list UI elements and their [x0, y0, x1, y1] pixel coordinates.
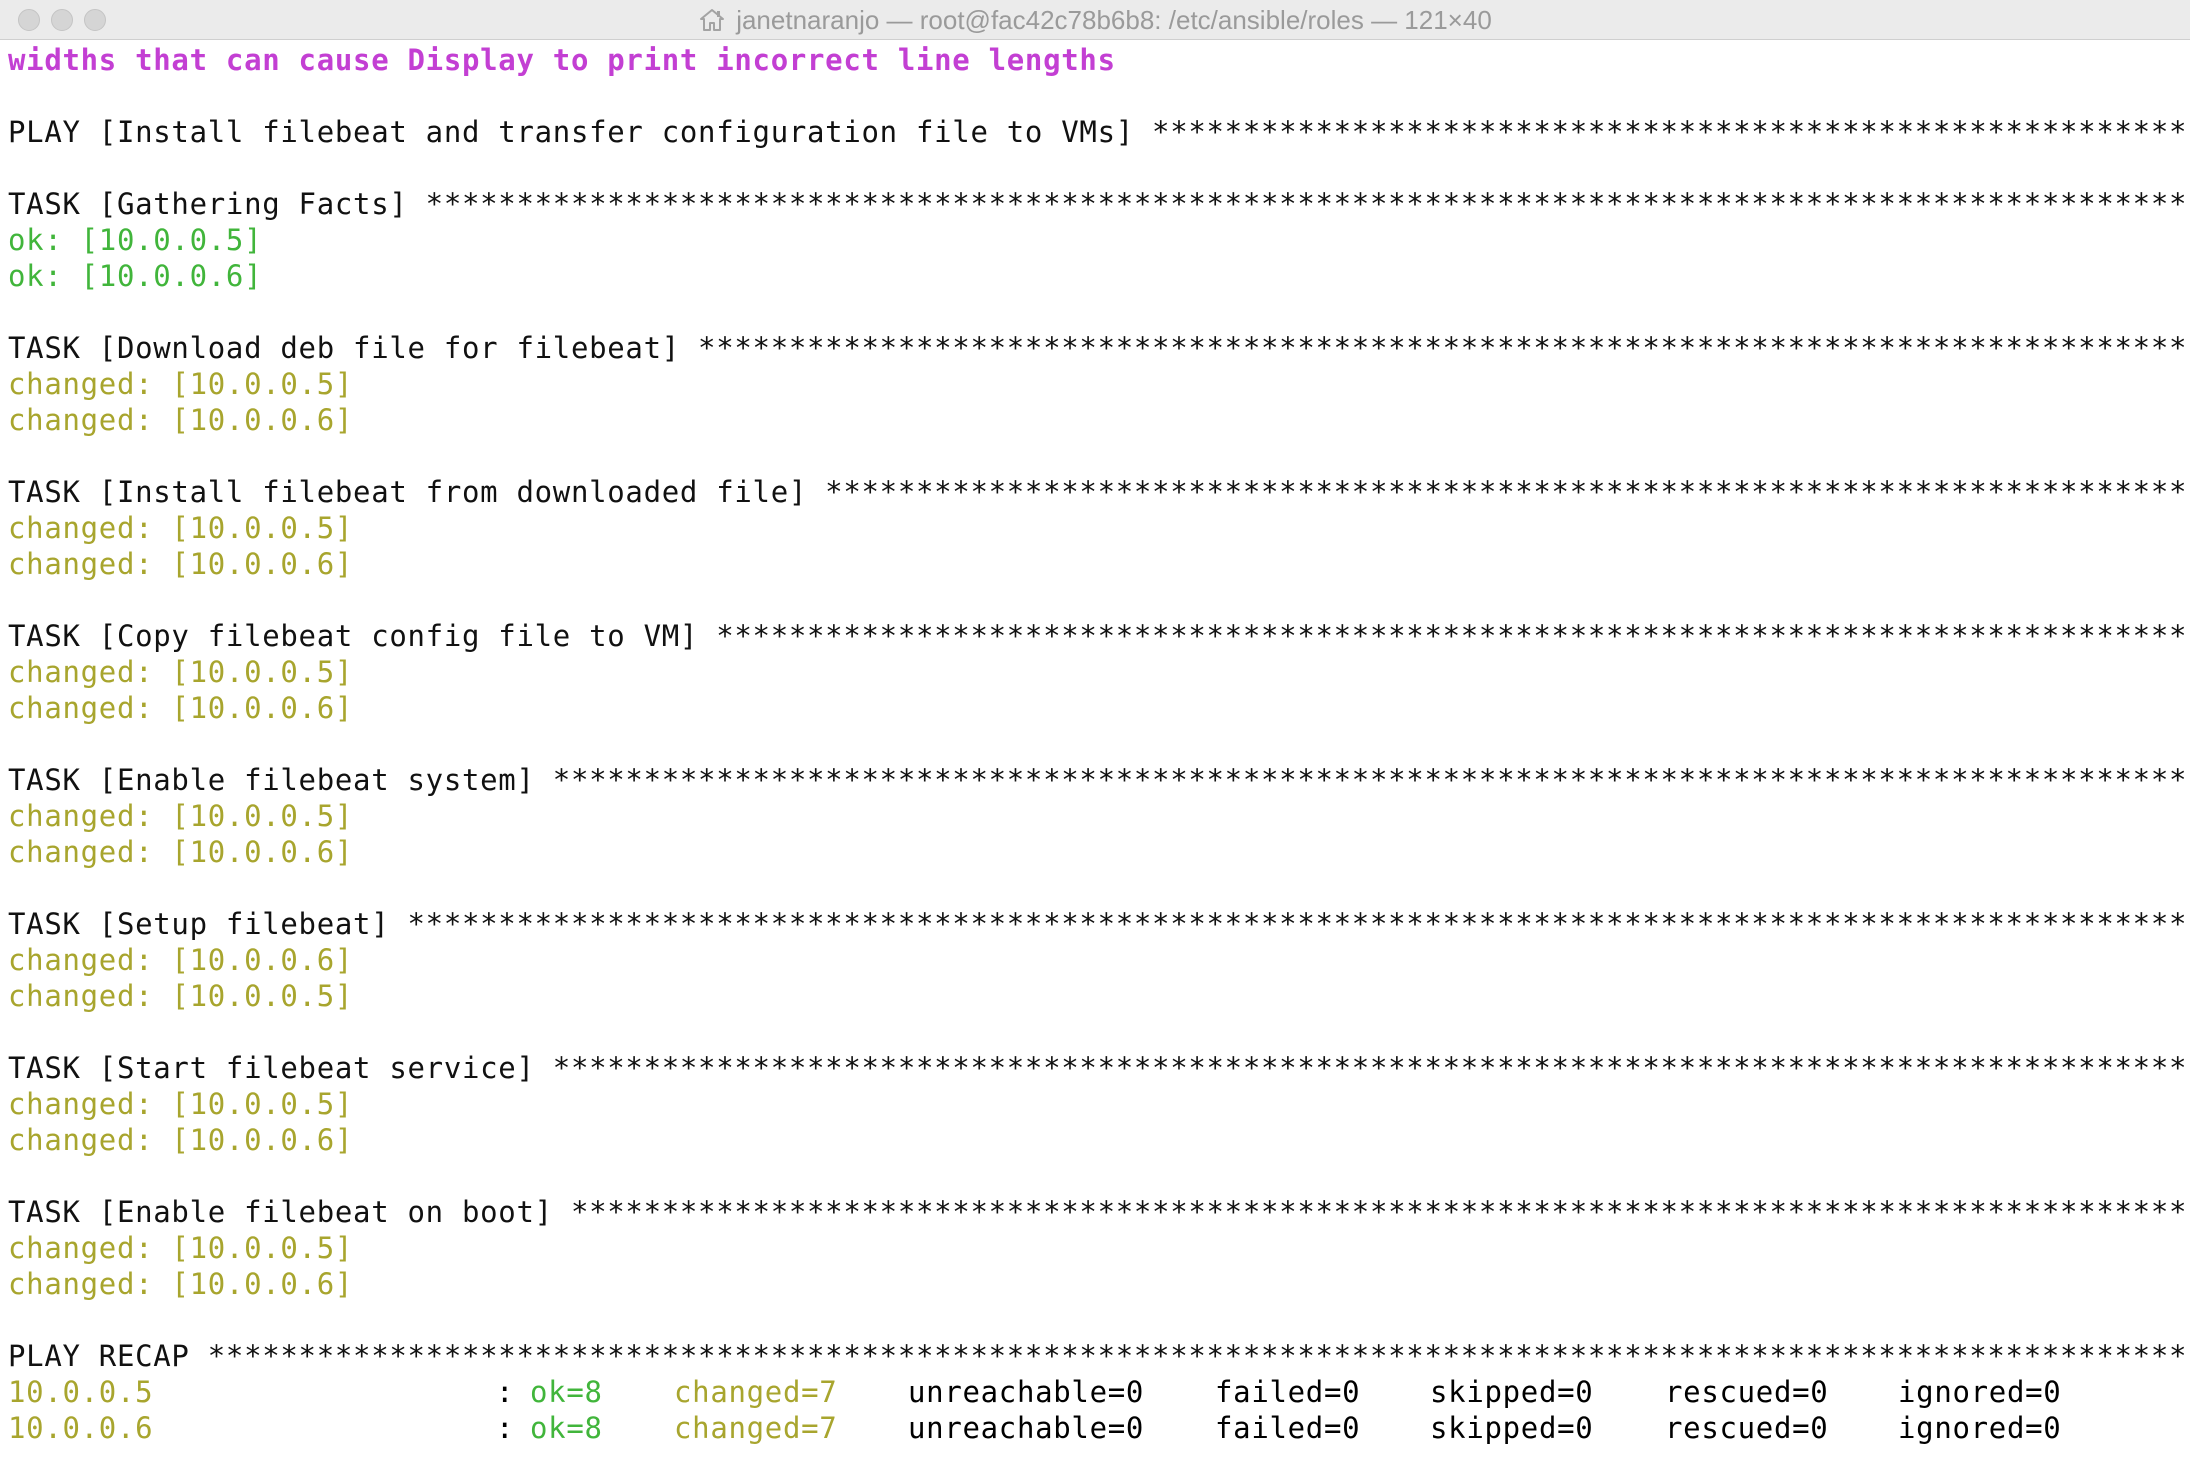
- task-result: changed: [10.0.0.5]: [8, 511, 354, 545]
- recap-ok: ok=8: [530, 1375, 603, 1409]
- task-header: TASK [Download deb file for filebeat] **…: [8, 331, 2184, 365]
- terminal-window: janetnaranjo — root@fac42c78b6b8: /etc/a…: [0, 0, 2190, 1472]
- window-title-area: janetnaranjo — root@fac42c78b6b8: /etc/a…: [0, 0, 2190, 40]
- recap-skipped: skipped=0: [1430, 1375, 1594, 1409]
- recap-ok: ok=8: [530, 1411, 603, 1445]
- task-result: ok: [10.0.0.5]: [8, 223, 263, 257]
- warning-line: widths that can cause Display to print i…: [8, 43, 1116, 77]
- task-header: TASK [Start filebeat service] **********…: [8, 1051, 2184, 1085]
- task-result: changed: [10.0.0.6]: [8, 691, 354, 725]
- recap-unreachable: unreachable=0: [908, 1375, 1145, 1409]
- task-result: changed: [10.0.0.6]: [8, 547, 354, 581]
- recap-rescued: rescued=0: [1665, 1375, 1829, 1409]
- task-result: changed: [10.0.0.6]: [8, 943, 354, 977]
- recap-failed: failed=0: [1215, 1411, 1361, 1445]
- recap-colon: :: [496, 1411, 515, 1445]
- task-header: TASK [Gathering Facts] *****************…: [8, 187, 2184, 221]
- task-result: ok: [10.0.0.6]: [8, 259, 263, 293]
- recap-colon: :: [496, 1375, 515, 1409]
- task-header: TASK [Copy filebeat config file to VM] *…: [8, 619, 2184, 653]
- task-header: TASK [Enable filebeat system] **********…: [8, 763, 2184, 797]
- task-header: TASK [Setup filebeat] ******************…: [8, 907, 2184, 941]
- task-result: changed: [10.0.0.5]: [8, 1231, 354, 1265]
- recap-header: PLAY RECAP *****************************…: [8, 1339, 2184, 1373]
- task-result: changed: [10.0.0.5]: [8, 367, 354, 401]
- task-result: changed: [10.0.0.6]: [8, 1267, 354, 1301]
- recap-rescued: rescued=0: [1665, 1411, 1829, 1445]
- recap-host: 10.0.0.5: [8, 1375, 154, 1409]
- recap-unreachable: unreachable=0: [908, 1411, 1145, 1445]
- task-result: changed: [10.0.0.5]: [8, 1087, 354, 1121]
- task-result: changed: [10.0.0.5]: [8, 979, 354, 1013]
- task-result: changed: [10.0.0.6]: [8, 1123, 354, 1157]
- task-header: TASK [Enable filebeat on boot] *********…: [8, 1195, 2184, 1229]
- window-title: janetnaranjo — root@fac42c78b6b8: /etc/a…: [736, 4, 1492, 35]
- recap-ignored: ignored=0: [1898, 1375, 2062, 1409]
- recap-changed: changed=7: [674, 1411, 838, 1445]
- task-result: changed: [10.0.0.5]: [8, 655, 354, 689]
- terminal-output[interactable]: widths that can cause Display to print i…: [8, 42, 2184, 1466]
- home-icon: [698, 7, 726, 33]
- recap-failed: failed=0: [1215, 1375, 1361, 1409]
- recap-host: 10.0.0.6: [8, 1411, 154, 1445]
- task-result: changed: [10.0.0.6]: [8, 403, 354, 437]
- task-header: TASK [Install filebeat from downloaded f…: [8, 475, 2184, 509]
- task-result: changed: [10.0.0.5]: [8, 799, 354, 833]
- recap-changed: changed=7: [674, 1375, 838, 1409]
- task-list: TASK [Gathering Facts] *****************…: [8, 150, 2184, 1338]
- title-bar[interactable]: janetnaranjo — root@fac42c78b6b8: /etc/a…: [0, 0, 2190, 40]
- recap-ignored: ignored=0: [1898, 1411, 2062, 1445]
- recap-row: 10.0.0.6: ok=8 changed=7 unreachable=0 faile…: [8, 1410, 2184, 1446]
- recap-table: 10.0.0.5: ok=8 changed=7 unreachable=0 faile…: [8, 1374, 2184, 1446]
- recap-row: 10.0.0.5: ok=8 changed=7 unreachable=0 faile…: [8, 1374, 2184, 1410]
- recap-skipped: skipped=0: [1430, 1411, 1594, 1445]
- task-result: changed: [10.0.0.6]: [8, 835, 354, 869]
- play-header: PLAY [Install filebeat and transfer conf…: [8, 115, 2184, 149]
